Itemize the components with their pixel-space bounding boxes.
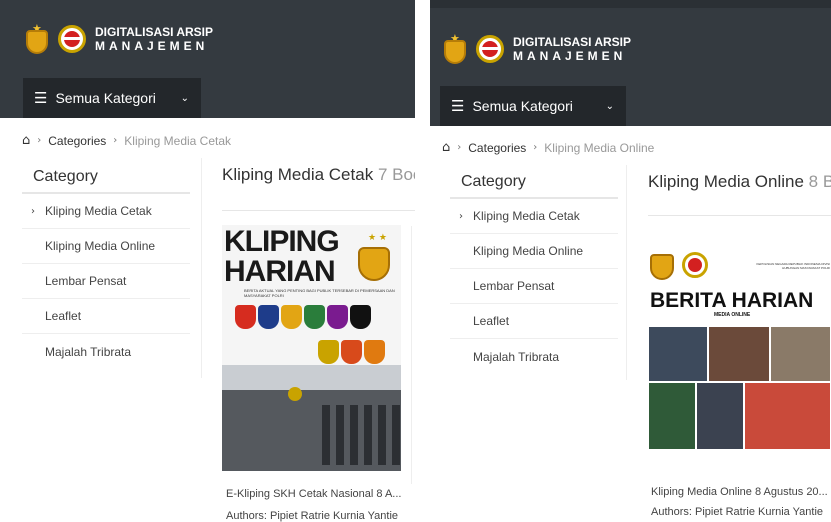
- brand-line-2: MANAJEMEN: [513, 49, 627, 63]
- title-divider: [222, 210, 415, 211]
- breadcrumb-current: Kliping Media Cetak: [124, 133, 232, 148]
- sidebar-item-kliping-media-cetak[interactable]: › Kliping Media Cetak: [22, 194, 190, 229]
- cover-building-photo: [222, 365, 401, 471]
- book-cover[interactable]: KEPOLISIAN NEGARA REPUBLIK INDONESIA DIV…: [648, 236, 831, 450]
- police-badge-icon: [650, 254, 674, 280]
- breadcrumb-separator-icon: ›: [113, 135, 118, 146]
- cover-title-line-2: HARIAN: [224, 255, 336, 288]
- sidebar-item-leaflet[interactable]: Leaflet: [450, 304, 618, 339]
- emblem-icon: [235, 305, 256, 329]
- sidebar-item-label: Kliping Media Online: [473, 244, 584, 258]
- sidebar-item-label: Lembar Pensat: [473, 279, 555, 293]
- sidebar-item-label: Lembar Pensat: [45, 274, 127, 288]
- cover-subtitle: BERITA AKTUAL YANG PENTING BAGI PUBLIK T…: [244, 288, 395, 298]
- breadcrumb: ⌂ › Categories › Kliping Media Cetak: [22, 133, 231, 148]
- brand-line-1: DIGITALISASI ARSIP: [95, 25, 214, 39]
- item-count: 7 Boo: [377, 165, 415, 184]
- division-emblem-icon: [476, 35, 504, 63]
- page-title: Kliping Media Cetak 7 Boo: [222, 165, 415, 185]
- sidebar-item-leaflet[interactable]: Leaflet: [22, 299, 190, 334]
- book-authors: Authors: Pipiet Ratrie Kurnia Yantie: [651, 506, 824, 518]
- breadcrumb: ⌂ › Categories › Kliping Media Online: [442, 140, 654, 155]
- book-title-link[interactable]: E-Kliping SKH Cetak Nasional 8 A...: [226, 488, 401, 500]
- cover-title: KLIPING HARIAN: [224, 225, 340, 288]
- chevron-down-icon: ⌄: [180, 92, 189, 104]
- chevron-down-icon: ⌄: [605, 100, 614, 112]
- sidebar-heading: Category: [22, 168, 190, 194]
- division-emblem-icon: [58, 25, 86, 53]
- emblem-icon: [350, 305, 371, 329]
- breadcrumb-separator-icon: ›: [37, 135, 42, 146]
- left-page-panel: ★ DIGITALISASI ARSIP MANAJEMEN ☰ Semua K…: [0, 0, 415, 522]
- sidebar-item-lembar-pensat[interactable]: Lembar Pensat: [450, 269, 618, 304]
- title-divider: [648, 215, 831, 216]
- book-authors: Authors: Pipiet Ratrie Kurnia Yantie: [226, 510, 399, 522]
- emblem-icon: [364, 340, 385, 364]
- all-categories-label: Semua Kategori: [472, 98, 573, 114]
- right-page-panel: ★ DIGITALISASI ARSIP MANAJEMEN ☰ Semua K…: [430, 0, 831, 522]
- breadcrumb-categories-link[interactable]: Categories: [48, 134, 106, 148]
- sidebar-item-kliping-media-online[interactable]: Kliping Media Online: [22, 229, 190, 264]
- police-badge-icon: ★: [22, 22, 52, 56]
- card-divider: [411, 226, 412, 484]
- sidebar-item-majalah-tribrata[interactable]: Majalah Tribrata: [22, 334, 190, 369]
- all-categories-label: Semua Kategori: [55, 90, 156, 106]
- emblem-icon: [304, 305, 325, 329]
- breadcrumb-separator-icon: ›: [457, 142, 462, 153]
- home-icon[interactable]: ⌂: [22, 133, 30, 148]
- sidebar-divider: [201, 158, 202, 378]
- category-sidebar: Category › Kliping Media Cetak Kliping Me…: [450, 173, 618, 374]
- division-emblem-icon: [682, 252, 708, 278]
- page-title-text: Kliping Media Online: [648, 172, 804, 191]
- police-badge-icon: ★ ★: [354, 233, 394, 283]
- cover-title: BERITA HARIAN: [650, 289, 814, 312]
- police-badge-icon: ★: [440, 32, 470, 66]
- brand-text: DIGITALISASI ARSIP MANAJEMEN: [513, 35, 631, 63]
- menu-icon: ☰: [451, 97, 465, 115]
- brand-line-2: MANAJEMEN: [95, 39, 209, 53]
- category-sidebar: Category › Kliping Media Cetak Kliping Me…: [22, 168, 190, 369]
- cover-agency-text: KEPOLISIAN NEGARA REPUBLIK INDONESIA DIV…: [756, 262, 830, 270]
- sidebar-item-kliping-media-cetak[interactable]: › Kliping Media Cetak: [450, 199, 618, 234]
- page-title-text: Kliping Media Cetak: [222, 165, 374, 184]
- emblem-icon: [327, 305, 348, 329]
- brand-text: DIGITALISASI ARSIP MANAJEMEN: [95, 25, 213, 53]
- all-categories-button[interactable]: ☰ Semua Kategori ⌄: [23, 78, 201, 118]
- page-title: Kliping Media Online 8 B: [648, 172, 831, 192]
- sidebar-item-label: Kliping Media Online: [45, 239, 156, 253]
- book-title-link[interactable]: Kliping Media Online 8 Agustus 20...: [651, 486, 828, 498]
- home-icon[interactable]: ⌂: [442, 140, 450, 155]
- brand-line-1: DIGITALISASI ARSIP: [513, 35, 632, 49]
- emblem-icon: [318, 340, 339, 364]
- emblem-icon: [258, 305, 279, 329]
- emblem-icon: [281, 305, 302, 329]
- breadcrumb-categories-link[interactable]: Categories: [468, 141, 526, 155]
- chevron-right-icon: ›: [31, 205, 35, 217]
- sidebar-item-kliping-media-online[interactable]: Kliping Media Online: [450, 234, 618, 269]
- menu-icon: ☰: [34, 89, 48, 107]
- cover-subtitle: MEDIA ONLINE: [714, 312, 751, 318]
- brand-logo[interactable]: ★ DIGITALISASI ARSIP MANAJEMEN: [22, 22, 213, 56]
- sidebar-item-label: Leaflet: [45, 309, 82, 323]
- sidebar-item-label: Majalah Tribrata: [45, 344, 132, 359]
- breadcrumb-current: Kliping Media Online: [544, 140, 655, 155]
- book-cover[interactable]: KLIPING HARIAN ★ ★ BERITA AKTUAL YANG PE…: [222, 225, 401, 471]
- sidebar-divider: [626, 165, 627, 380]
- item-count: 8 B: [808, 172, 831, 191]
- chevron-right-icon: ›: [459, 210, 463, 222]
- all-categories-button[interactable]: ☰ Semua Kategori ⌄: [440, 86, 626, 126]
- breadcrumb-separator-icon: ›: [533, 142, 538, 153]
- sidebar-item-label: Majalah Tribrata: [473, 349, 560, 364]
- cover-title-line-1: KLIPING: [224, 225, 340, 258]
- sidebar-item-label: Leaflet: [473, 314, 510, 328]
- sidebar-item-lembar-pensat[interactable]: Lembar Pensat: [22, 264, 190, 299]
- sidebar-heading: Category: [450, 173, 618, 199]
- screenshot-gap: [415, 0, 430, 522]
- sidebar-item-majalah-tribrata[interactable]: Majalah Tribrata: [450, 339, 618, 374]
- sidebar-item-label: Kliping Media Cetak: [473, 209, 580, 223]
- brand-logo[interactable]: ★ DIGITALISASI ARSIP MANAJEMEN: [440, 32, 631, 66]
- emblem-icon: [341, 340, 362, 364]
- sidebar-item-label: Kliping Media Cetak: [45, 204, 152, 218]
